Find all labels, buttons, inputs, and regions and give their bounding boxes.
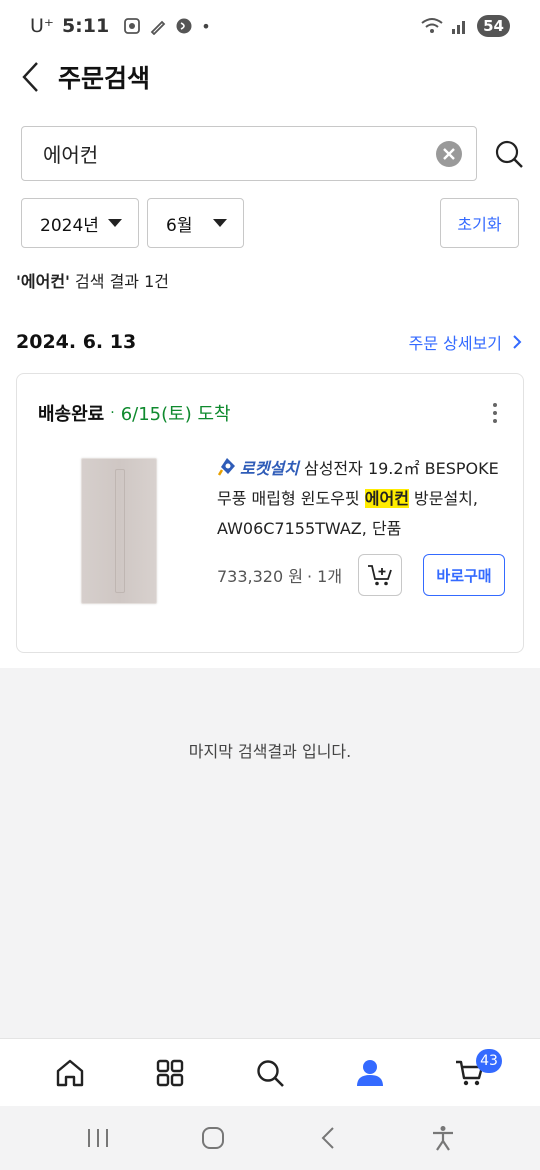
clear-search-button[interactable] bbox=[436, 140, 462, 167]
more-dot-icon bbox=[493, 419, 497, 423]
home-system-button[interactable] bbox=[183, 1113, 243, 1163]
result-keyword: '에어컨' bbox=[16, 272, 70, 291]
back-chevron-icon bbox=[321, 1127, 334, 1149]
carrier-label: U⁺ bbox=[30, 15, 54, 37]
year-select-value: 2024년 bbox=[40, 215, 99, 236]
search-row: 에어컨 bbox=[21, 126, 531, 181]
caret-down-icon bbox=[213, 219, 227, 227]
more-options-button[interactable] bbox=[487, 403, 503, 423]
filter-row: 2024년 6월 초기화 bbox=[21, 198, 519, 248]
recent-apps-button[interactable] bbox=[68, 1113, 128, 1163]
search-highlight: 에어컨 bbox=[364, 489, 409, 508]
search-icon bbox=[257, 1059, 284, 1087]
product-name[interactable]: 로켓설치 삼성전자 19.2㎡ BESPOKE 무풍 매립형 윈도우핏 에어컨 … bbox=[217, 454, 509, 544]
buy-now-button[interactable]: 바로구매 bbox=[423, 554, 505, 596]
separator-dot: · bbox=[110, 405, 115, 421]
user-icon bbox=[357, 1059, 383, 1086]
dot-icon: • bbox=[201, 16, 211, 36]
chevron-left-icon bbox=[22, 62, 38, 92]
more-dot-icon bbox=[493, 403, 497, 407]
month-select[interactable]: 6월 bbox=[147, 198, 244, 248]
order-date-row: 2024. 6. 13 주문 상세보기 bbox=[16, 328, 522, 356]
more-dot-icon bbox=[493, 411, 497, 415]
end-of-results-message: 마지막 검색결과 입니다. bbox=[188, 742, 352, 761]
order-detail-link[interactable]: 주문 상세보기 bbox=[409, 330, 522, 354]
result-count-text: 검색 결과 1건 bbox=[69, 272, 170, 291]
notification-icons: • bbox=[123, 16, 211, 36]
product-image-detail bbox=[115, 469, 125, 593]
order-detail-label: 주문 상세보기 bbox=[408, 334, 502, 353]
page-title: 주문검색 bbox=[58, 64, 151, 93]
search-button[interactable] bbox=[493, 138, 525, 170]
order-date: 2024. 6. 13 bbox=[16, 331, 137, 353]
price-row: 733,320 원 · 1개 바로구매 bbox=[217, 554, 505, 596]
product-quantity: · 1개 bbox=[306, 567, 343, 586]
nav-cart[interactable]: 43 bbox=[440, 1043, 502, 1103]
reset-button[interactable]: 초기화 bbox=[440, 198, 519, 248]
status-left: U⁺ 5:11 • bbox=[30, 15, 211, 37]
screenshot-icon bbox=[124, 17, 141, 34]
rocket-install-icon bbox=[217, 458, 235, 476]
nav-search[interactable] bbox=[240, 1043, 300, 1103]
back-system-button[interactable] bbox=[298, 1113, 358, 1163]
year-select[interactable]: 2024년 bbox=[21, 198, 139, 248]
cart-count-badge: 43 bbox=[476, 1048, 502, 1073]
back-button[interactable] bbox=[0, 52, 62, 102]
search-query[interactable]: 에어컨 bbox=[43, 139, 436, 168]
month-select-value: 6월 bbox=[166, 215, 193, 236]
system-nav bbox=[0, 1106, 540, 1170]
app-icon bbox=[176, 18, 192, 33]
chevron-right-icon bbox=[513, 335, 522, 349]
home-icon bbox=[56, 1059, 84, 1086]
product-price: 733,320 원 bbox=[217, 567, 303, 586]
recent-apps-icon bbox=[87, 1129, 108, 1147]
status-bar: U⁺ 5:11 • 54 bbox=[0, 0, 540, 52]
card-header: 배송완료 · 6/15(토) 도착 bbox=[38, 400, 503, 426]
wifi-icon bbox=[421, 18, 443, 33]
battery-indicator: 54 bbox=[477, 15, 510, 37]
close-icon bbox=[443, 147, 455, 160]
shipping-status: 배송완료 bbox=[38, 404, 105, 425]
search-input[interactable]: 에어컨 bbox=[21, 126, 477, 181]
nav-categories[interactable] bbox=[140, 1043, 200, 1103]
add-to-cart-button[interactable] bbox=[358, 554, 402, 596]
search-icon bbox=[495, 140, 523, 168]
pen-icon bbox=[150, 20, 166, 35]
nav-my-account[interactable] bbox=[340, 1043, 400, 1103]
header: 주문검색 bbox=[0, 52, 540, 102]
rocket-install-badge: 로켓설치 bbox=[240, 459, 299, 478]
home-rounded-square-icon bbox=[201, 1127, 224, 1149]
grid-icon bbox=[156, 1059, 184, 1086]
add-to-cart-icon bbox=[368, 565, 392, 586]
results-end-area: 마지막 검색결과 입니다. bbox=[0, 668, 540, 1038]
product-image[interactable] bbox=[81, 458, 157, 604]
caret-down-icon bbox=[108, 219, 122, 227]
accessibility-icon bbox=[432, 1126, 453, 1151]
status-right: 54 bbox=[421, 15, 510, 37]
nav-home[interactable] bbox=[40, 1043, 100, 1103]
arrival-date: 6/15(토) 도착 bbox=[120, 404, 231, 425]
signal-icon bbox=[452, 21, 466, 34]
status-time: 5:11 bbox=[61, 15, 110, 37]
result-summary: '에어컨' 검색 결과 1건 bbox=[16, 268, 169, 292]
bottom-nav: 43 bbox=[0, 1038, 540, 1106]
order-card: 배송완료 · 6/15(토) 도착 로켓설치 삼성전자 19.2㎡ BESPOK… bbox=[16, 373, 524, 653]
accessibility-button[interactable] bbox=[413, 1113, 473, 1163]
